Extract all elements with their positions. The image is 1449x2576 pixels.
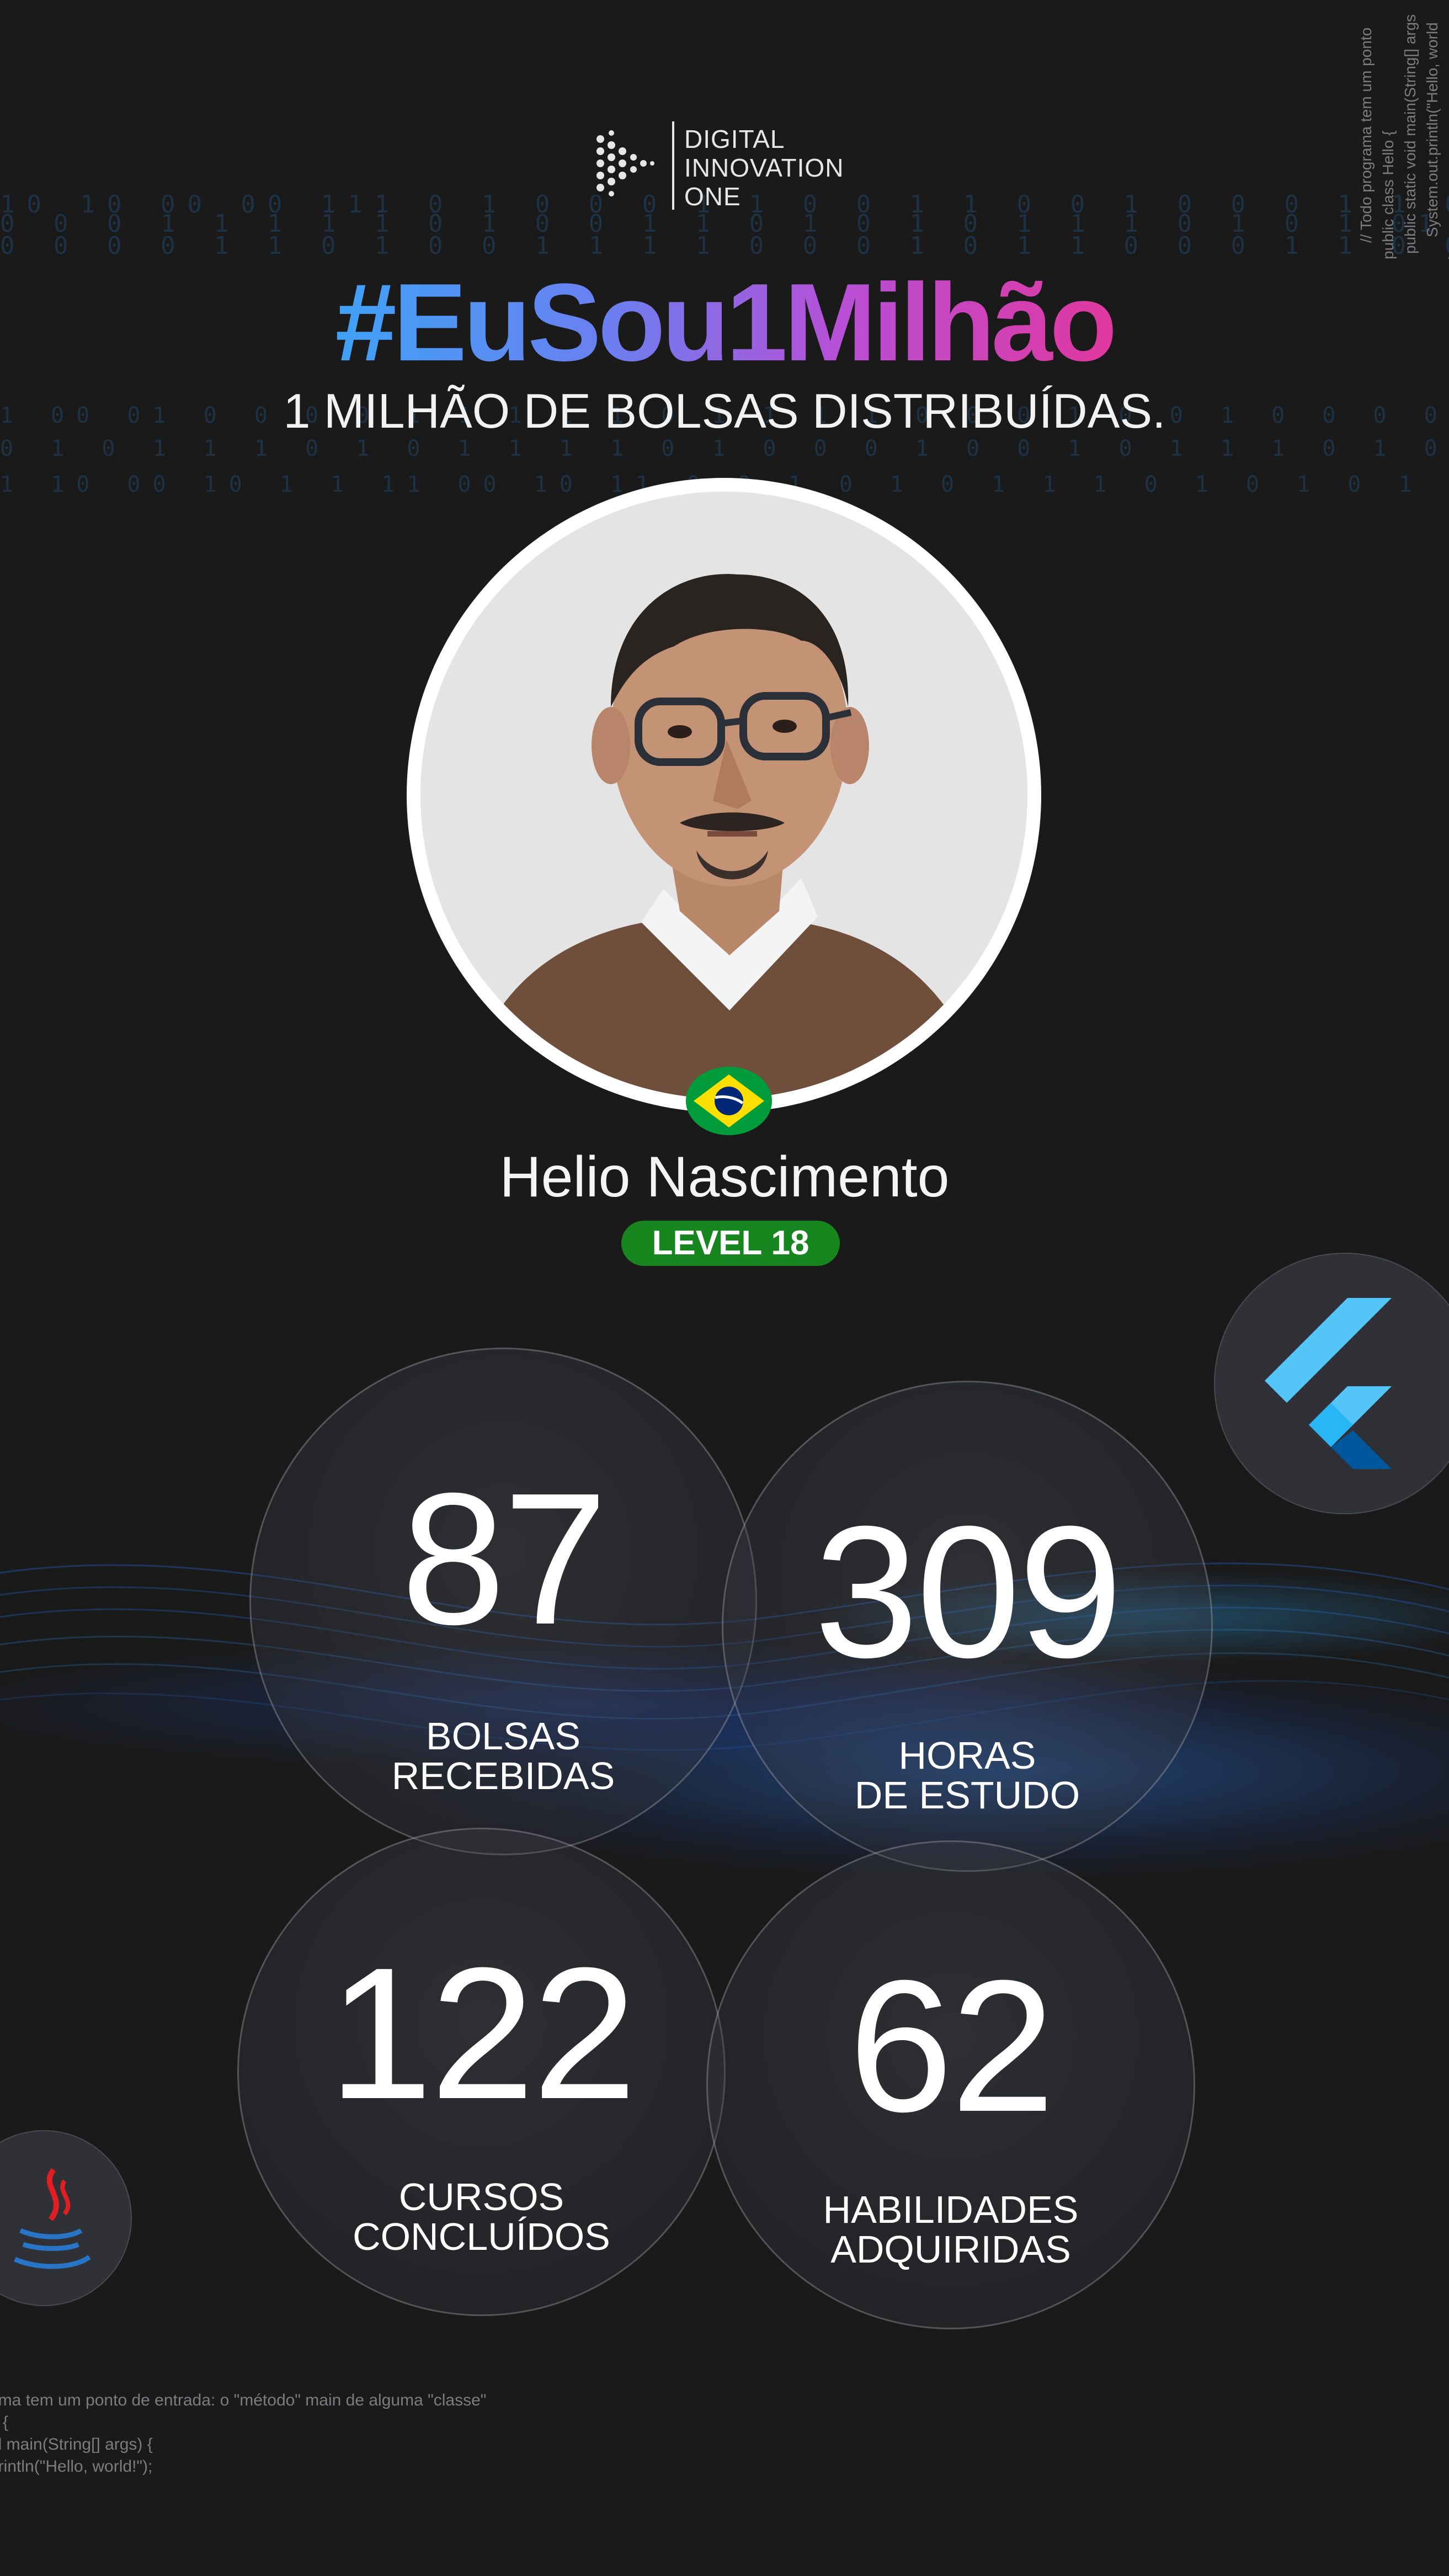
stat-label-line: HABILIDADES [823,2188,1079,2231]
code-line: ama tem um ponto de entrada: o "método" … [0,2391,487,2409]
stat-label-line: HORAS [898,1734,1036,1777]
stat-value: 62 [848,1941,1055,2151]
code-line: id main(String[] args) { [0,2435,153,2453]
campaign-hashtag: #EuSou1Milhão [0,259,1449,386]
stat-label: BOLSAS RECEBIDAS [251,1716,755,1796]
digital-innovation-one-logo: DIGITAL INNOVATION ONE [590,121,861,211]
code-line: println("Hello, world!"); [0,2457,153,2476]
avatar [420,492,1027,1099]
stat-habilidades-adquiridas: 62 HABILIDADES ADQUIRIDAS [706,1840,1195,2329]
stat-horas-de-estudo: 309 HORAS DE ESTUDO [722,1381,1213,1872]
logo-line: DIGITAL [684,125,785,153]
java-tech-bubble [0,2130,132,2306]
dio-logo-icon [596,130,654,196]
brazil-flag-icon [686,1067,772,1135]
logo-wordmark: DIGITAL INNOVATION ONE [684,125,844,211]
java-icon [14,2168,91,2269]
stat-label: CURSOS CONCLUÍDOS [239,2177,724,2256]
stat-label: HORAS DE ESTUDO [723,1736,1211,1815]
campaign-subtitle: 1 MILHÃO DE BOLSAS DISTRIBUÍDAS. [283,384,1166,438]
stat-bolsas-recebidas: 87 BOLSAS RECEBIDAS [249,1348,757,1855]
code-line: System.out.println("Hello, world [1424,22,1441,237]
stat-value: 87 [401,1454,608,1664]
stat-label-line: BOLSAS [425,1715,581,1758]
stat-label-line: CONCLUÍDOS [353,2215,610,2258]
stat-value: 122 [328,1929,637,2138]
stat-label-line: DE ESTUDO [854,1774,1080,1817]
code-snippet-right: // Todo programa tem um ponto public cla… [1230,0,1449,287]
code-snippet-bottom: ama tem um ponto de entrada: o "método" … [0,2389,486,2478]
stat-label-line: RECEBIDAS [391,1754,615,1797]
code-line: } [1446,254,1449,259]
code-line: // Todo programa tem um ponto [1357,27,1375,243]
code-line: public class Hello { [1379,130,1397,259]
avatar-ring [407,478,1041,1113]
flag-graphic [686,1067,772,1135]
code-line: public static void main(String[] args [1402,14,1419,254]
profile-photo [420,492,1027,1099]
logo-line: INNOVATION [684,153,844,182]
stat-label-line: CURSOS [398,2175,564,2218]
level-badge: LEVEL 18 [621,1221,840,1266]
flutter-tech-bubble [1214,1253,1449,1514]
stat-value: 309 [814,1487,1122,1697]
logo-divider [672,121,674,210]
stat-cursos-concluidos: 122 CURSOS CONCLUÍDOS [237,1828,726,2316]
logo-line: ONE [684,182,741,211]
hashtag-text: #EuSou1Milhão [335,261,1117,384]
flutter-icon [1265,1298,1392,1469]
profile-name: Helio Nascimento [499,1145,950,1209]
stat-label-line: ADQUIRIDAS [830,2228,1071,2271]
stat-label: HABILIDADES ADQUIRIDAS [708,2190,1194,2269]
code-line: o { [3,2413,9,2431]
